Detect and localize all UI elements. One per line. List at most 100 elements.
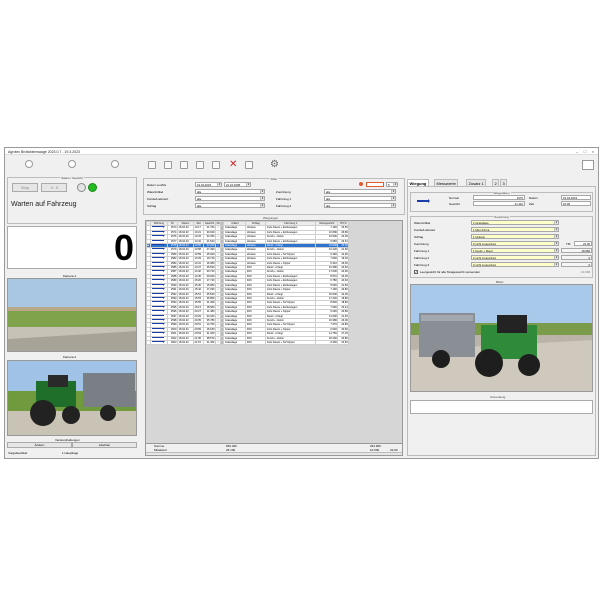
truck-icon[interactable] [164, 161, 172, 169]
arrow-right-icon [151, 332, 165, 334]
filter-count-field[interactable]: 5 ▼ [386, 182, 398, 187]
save-icon[interactable] [245, 161, 253, 169]
assignment-label: Zuordnung [414, 242, 429, 246]
filter-customer-select[interactable]: alle ▼ [195, 196, 265, 201]
status-text: Warten auf Fahrzeug [11, 201, 77, 208]
arrow-right-icon [151, 271, 165, 273]
filter-field-select[interactable]: alle ▼ [195, 203, 265, 208]
arrow-right-icon [151, 284, 165, 286]
settings-icon[interactable] [111, 160, 119, 168]
weight-value: 0 [113, 227, 134, 268]
weighings-table-container: Richtung Nr. Datum Zeit Gewicht Ok Artik… [145, 220, 403, 456]
tab-weighing[interactable]: Wiegung [407, 179, 429, 186]
maximize-button[interactable]: □ [581, 148, 589, 155]
chevron-down-icon[interactable]: ▼ [554, 263, 558, 266]
camera2-caption: Kamera 2 [63, 355, 77, 359]
arrow-right-icon [151, 341, 165, 343]
tab-extra2[interactable]: 2 [492, 179, 500, 186]
gear-icon[interactable]: ⚙ [270, 160, 279, 170]
filter-vehicle1-label: Fahrzeug 1 [276, 197, 292, 201]
remark-caption: Anmerkung [490, 395, 506, 399]
tare-checkbox[interactable]: ✓ [414, 270, 418, 274]
chevron-down-icon[interactable]: ▼ [554, 228, 558, 231]
assignment-select[interactable]: 2 Grassilage ▼ [471, 220, 559, 225]
arrow-right-icon [151, 227, 165, 229]
filter-caption: Filter [269, 177, 279, 181]
assignment-value: 1 Deutz + Fliegl [473, 249, 493, 253]
tm-label: TM [566, 242, 571, 246]
assignment-value: 0 nicht zugeordnet [473, 263, 497, 267]
assignment-value: 1 Hintaus [473, 235, 485, 239]
cell-net-weight: 9.400 [315, 339, 339, 346]
camera1-image[interactable] [7, 278, 137, 352]
footer-right-label: 1 Hauptlage [62, 451, 79, 455]
tab-measurements[interactable]: Messwerte [434, 179, 459, 186]
status-group: Status / Gewicht Stop +/- 0 Warten auf F… [7, 176, 137, 224]
delete-icon[interactable]: ✕ [229, 160, 237, 170]
horizontal-scrollbar[interactable] [146, 452, 402, 455]
chevron-down-icon[interactable]: ▼ [554, 249, 558, 252]
date-to-field[interactable]: 21.10.2008 ▼ [224, 182, 251, 187]
normal-label: Normal [449, 196, 459, 200]
tab-extra1[interactable]: Zusatz 1 [466, 179, 487, 186]
arrow-right-icon [151, 266, 165, 268]
filter-direction-icon[interactable] [366, 182, 384, 187]
weighings-table: Richtung Nr. Datum Zeit Gewicht Ok Artik… [146, 221, 350, 346]
cell-time: 21:15 [193, 339, 204, 346]
col-weight[interactable]: Gewicht [203, 221, 216, 227]
assignment-select[interactable]: 0 nicht zugeordnet ▼ [471, 241, 559, 246]
remark-field[interactable] [410, 400, 593, 414]
tab-extra3[interactable]: 3 [500, 179, 508, 186]
assignment-value: 1 Mein Firma [473, 228, 490, 232]
weighing-tab-panel: Wiegedaten Normal 1576 Datum 19.04.2023 … [407, 186, 596, 456]
chevron-down-icon[interactable]: ▼ [554, 242, 558, 245]
assignment-select[interactable]: 1 Mein Firma ▼ [471, 227, 559, 232]
chevron-down-icon[interactable]: ▼ [554, 221, 558, 224]
vehicle3-tare: 0 [561, 262, 592, 267]
scale-icon[interactable] [25, 160, 33, 168]
direction-arrow-icon [417, 198, 430, 204]
filter-assignment-select[interactable]: alle ▼ [324, 189, 396, 194]
tm-value[interactable]: 23,00 [574, 241, 592, 246]
delete-button[interactable]: Löschen [72, 442, 137, 448]
filter-group: Filter Datum von/bis 19.04.2023 ▼ 21.10.2… [143, 177, 405, 215]
arrow-right-icon [151, 323, 165, 326]
assignment-label: Fahrzeug 2 [414, 256, 430, 260]
camera-icon[interactable] [68, 160, 76, 168]
print-icon[interactable] [180, 161, 188, 169]
assignment-select[interactable]: 0 nicht zugeordnet ▼ [471, 262, 559, 267]
minimize-button[interactable]: – [573, 148, 581, 155]
arrow-right-icon [151, 288, 165, 290]
change-button[interactable]: Ändern [7, 442, 72, 448]
vehicle1-tare: 19.660 [561, 248, 592, 253]
assignment-select[interactable]: 1 Deutz + Fliegl ▼ [471, 248, 559, 253]
assignment-select[interactable]: 1 Hintaus ▼ [471, 234, 559, 239]
cell-weight: 21.460 [203, 339, 216, 346]
weigh-icon[interactable] [148, 161, 156, 169]
chevron-down-icon[interactable]: ▼ [554, 235, 558, 238]
arrow-right-icon [151, 337, 165, 339]
tara-button[interactable]: +/- 0 [41, 183, 67, 192]
arrow-right-icon [151, 249, 165, 251]
tare-checkbox-label: Leergewicht für alle Tarageweicht verwen… [420, 270, 480, 274]
assignment-value: 0 nicht zugeordnet [473, 256, 497, 260]
filter-article-select[interactable]: alle ▼ [195, 189, 265, 194]
cell-date: 18.04.23 [177, 339, 194, 346]
arrow-right-icon [151, 319, 165, 321]
exit-icon[interactable] [582, 160, 594, 170]
export-icon[interactable] [212, 161, 220, 169]
document-icon[interactable] [196, 161, 204, 169]
assignment-group: Zuordnung Ware/Artikel 2 Grassilage ▼ Kunde… [410, 215, 593, 278]
vehicle-photo[interactable] [410, 284, 593, 392]
filter-vehicle1-select[interactable]: alle ▼ [324, 196, 396, 201]
chevron-down-icon[interactable]: ▼ [554, 256, 558, 259]
assignment-select[interactable]: 0 nicht zugeordnet ▼ [471, 255, 559, 260]
assignment-label: Fahrzeug 1 [414, 249, 430, 253]
stop-button[interactable]: Stop [12, 183, 38, 192]
camera2-image[interactable] [7, 360, 137, 436]
date-from-field[interactable]: 19.04.2023 ▼ [195, 182, 222, 187]
close-button[interactable]: × [589, 148, 597, 155]
assignment-value: 2 Grassilage [473, 221, 489, 225]
table-row[interactable]: 1603 18.04.23 21:15 21.460 ✓ Grassilage Drift J… [146, 339, 350, 346]
filter-vehicle2-select[interactable]: alle ▼ [324, 203, 396, 208]
